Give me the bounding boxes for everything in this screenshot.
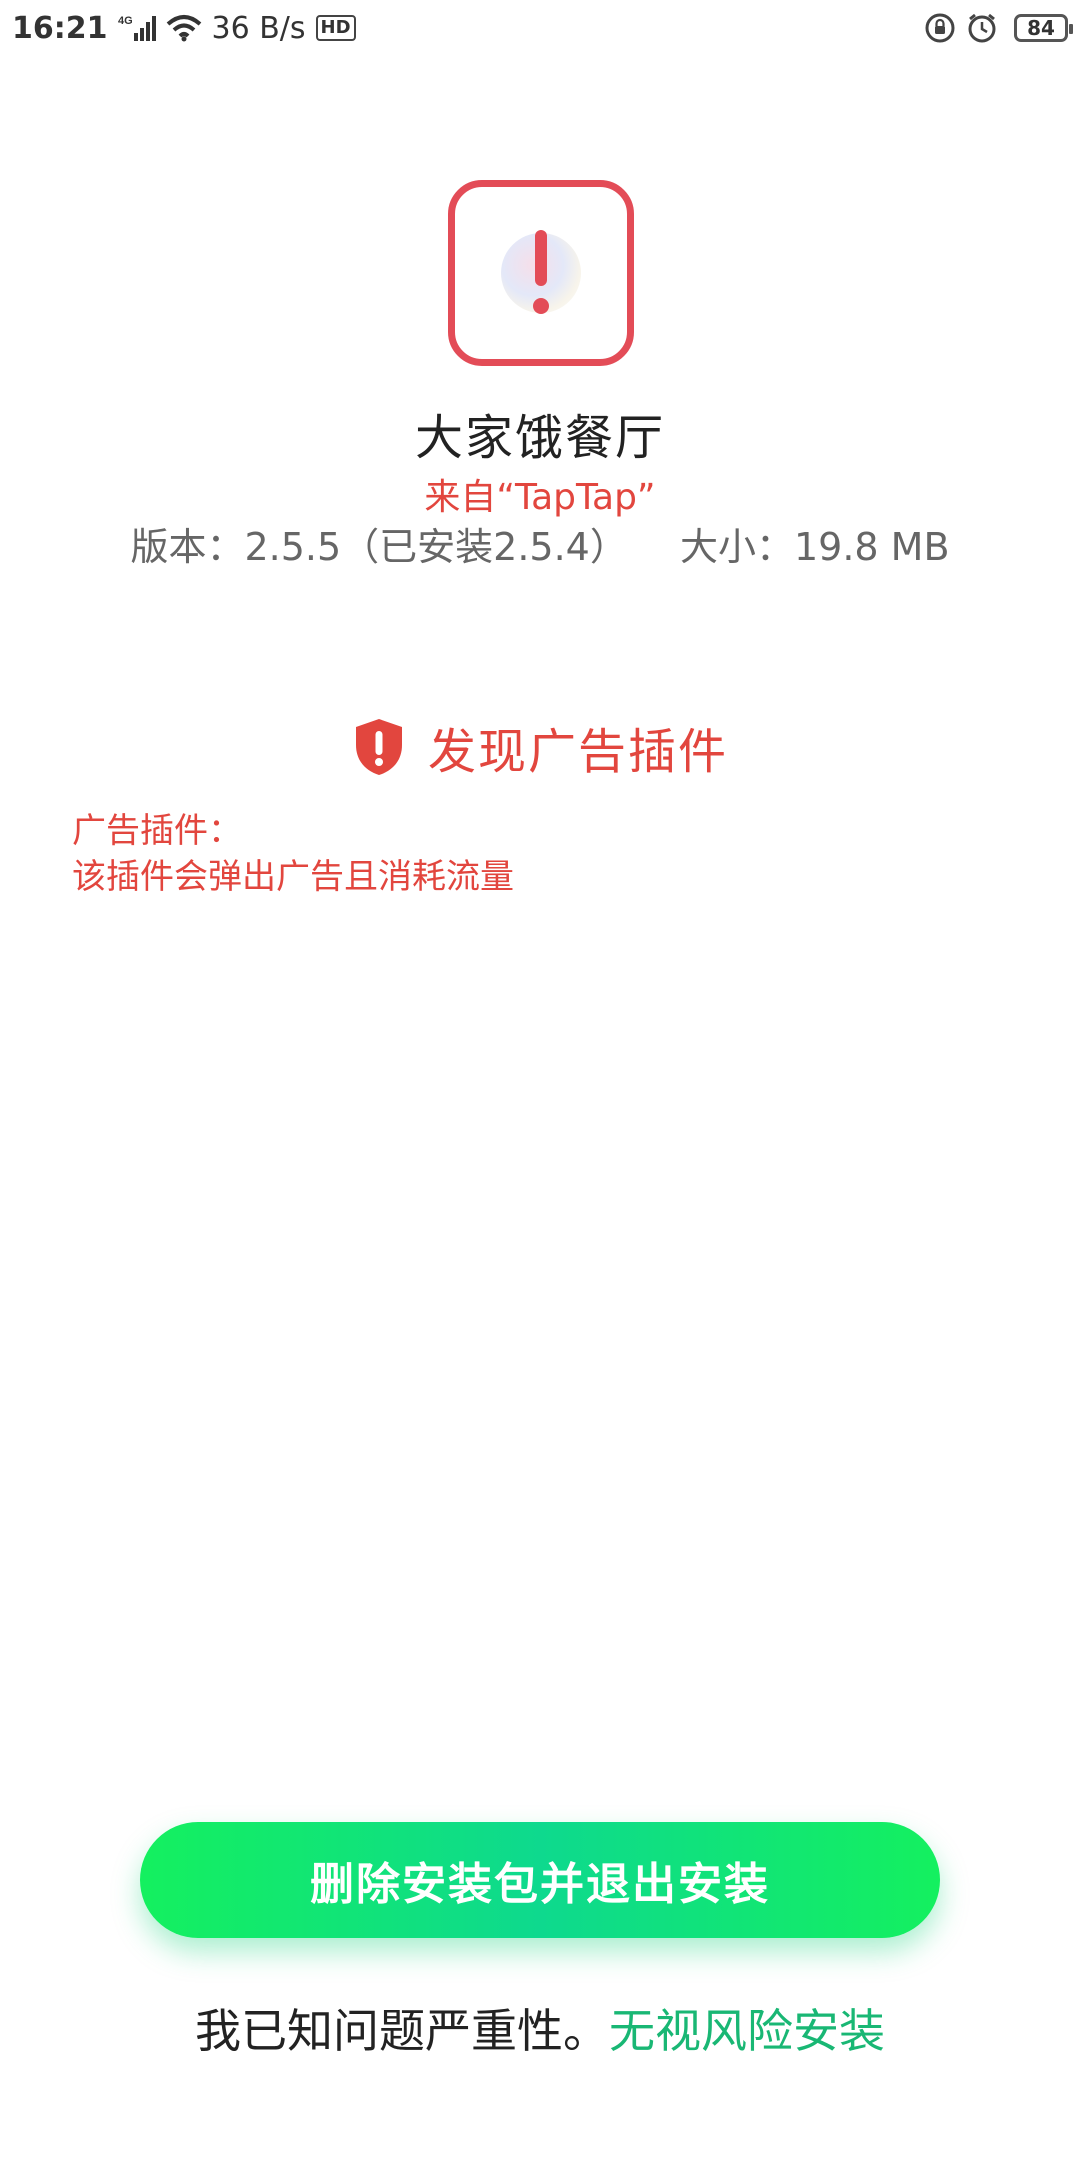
warning-detail-text: 该插件会弹出广告且消耗流量 — [72, 857, 514, 897]
app-meta: 版本：2.5.5（已安装2.5.4） 大小：19.8 MB — [0, 516, 1080, 571]
warning-detail-label: 广告插件： — [72, 811, 242, 851]
app-source: 来自“TapTap” — [424, 477, 656, 518]
app-name: 大家饿餐厅 — [414, 410, 665, 466]
alarm-icon — [966, 12, 998, 44]
warning-header: 发现广告插件 — [0, 712, 1080, 782]
acknowledge-line: 我已知问题严重性。无视风险安装 — [0, 1995, 1080, 2061]
status-bar-left: 16:21 4G 36 B/s HD — [12, 11, 356, 46]
acknowledge-text: 我已知问题严重性。 — [195, 2004, 609, 2058]
network-speed: 36 B/s — [211, 10, 306, 46]
ignore-risk-install-link[interactable]: 无视风险安装 — [609, 2004, 885, 2058]
battery-icon: 84 — [1014, 14, 1073, 42]
app-version: 版本：2.5.5（已安装2.5.4） — [130, 525, 628, 569]
rotation-lock-icon — [924, 12, 956, 44]
shield-alert-icon — [355, 719, 402, 775]
cellular-signal-icon: 4G — [118, 13, 156, 43]
hd-voice-icon: HD — [315, 15, 356, 41]
install-warning-screen: 16:21 4G 36 B/s HD 84 大家饿餐厅 来自“TapTap” 版… — [0, 0, 1080, 2160]
app-size: 大小：19.8 MB — [679, 525, 950, 569]
status-bar-right: 84 — [924, 12, 1073, 44]
svg-text:4G: 4G — [118, 15, 133, 27]
warning-title: 发现广告插件 — [427, 724, 728, 780]
status-time: 16:21 — [12, 10, 108, 46]
warning-detail: 广告插件： 该插件会弹出广告且消耗流量 — [72, 808, 972, 900]
status-bar: 16:21 4G 36 B/s HD 84 — [0, 0, 1080, 56]
app-icon — [448, 180, 634, 366]
exclamation-icon — [533, 230, 549, 314]
wifi-icon — [166, 14, 202, 42]
delete-and-exit-button[interactable]: 删除安装包并退出安装 — [140, 1822, 940, 1938]
